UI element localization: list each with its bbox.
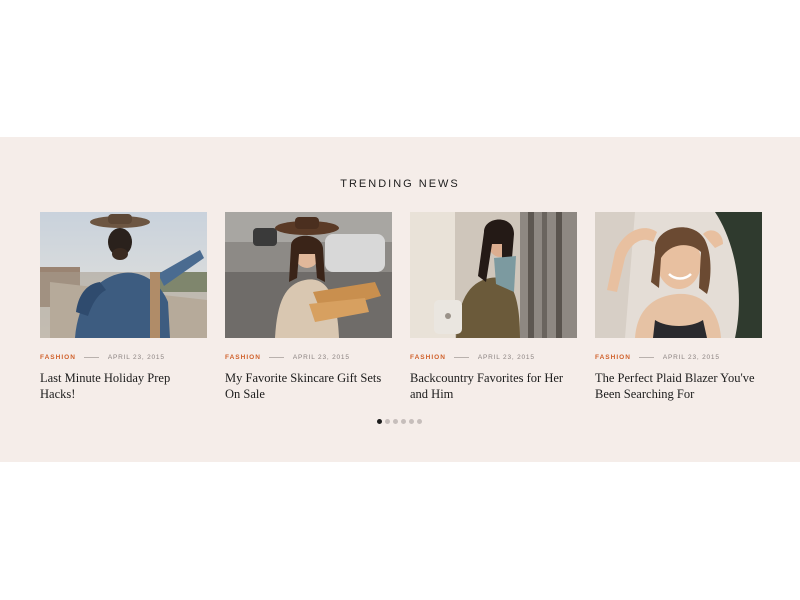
- article-title[interactable]: Last Minute Holiday Prep Hacks!: [40, 371, 207, 402]
- carousel-pagination: [377, 419, 422, 424]
- article-meta: FASHION APRIL 23, 2015: [595, 352, 762, 362]
- article-meta: FASHION APRIL 23, 2015: [410, 352, 577, 362]
- article-date: APRIL 23, 2015: [292, 353, 350, 361]
- article-card: FASHION APRIL 23, 2015 Last Minute Holid…: [40, 212, 207, 402]
- article-date: APRIL 23, 2015: [662, 353, 720, 361]
- article-title[interactable]: My Favorite Skincare Gift Sets On Sale: [225, 371, 392, 402]
- article-meta: FASHION APRIL 23, 2015: [40, 352, 207, 362]
- article-image[interactable]: [595, 212, 762, 338]
- meta-divider: [83, 356, 99, 358]
- meta-divider: [268, 356, 284, 358]
- meta-divider: [453, 356, 469, 358]
- category-link[interactable]: FASHION: [410, 354, 446, 361]
- article-date: APRIL 23, 2015: [107, 353, 165, 361]
- carousel-dot[interactable]: [377, 419, 382, 424]
- article-image[interactable]: [410, 212, 577, 338]
- article-date: APRIL 23, 2015: [477, 353, 535, 361]
- article-card: FASHION APRIL 23, 2015 My Favorite Skinc…: [225, 212, 392, 402]
- meta-divider: [638, 356, 654, 358]
- article-image[interactable]: [40, 212, 207, 338]
- article-title[interactable]: The Perfect Plaid Blazer You've Been Sea…: [595, 371, 762, 402]
- article-card: FASHION APRIL 23, 2015 Backcountry Favor…: [410, 212, 577, 402]
- carousel-dot[interactable]: [393, 419, 398, 424]
- section-title: TRENDING NEWS: [340, 178, 460, 190]
- article-title[interactable]: Backcountry Favorites for Her and Him: [410, 371, 577, 402]
- category-link[interactable]: FASHION: [40, 354, 76, 361]
- carousel-dot[interactable]: [417, 419, 422, 424]
- article-meta: FASHION APRIL 23, 2015: [225, 352, 392, 362]
- article-image[interactable]: [225, 212, 392, 338]
- category-link[interactable]: FASHION: [225, 354, 261, 361]
- article-card: FASHION APRIL 23, 2015 The Perfect Plaid…: [595, 212, 762, 402]
- category-link[interactable]: FASHION: [595, 354, 631, 361]
- trending-news-section: TRENDING NEWS FASHION APRIL 23, 2015 Las…: [0, 137, 800, 462]
- carousel-dot[interactable]: [385, 419, 390, 424]
- carousel-dot[interactable]: [409, 419, 414, 424]
- carousel-dot[interactable]: [401, 419, 406, 424]
